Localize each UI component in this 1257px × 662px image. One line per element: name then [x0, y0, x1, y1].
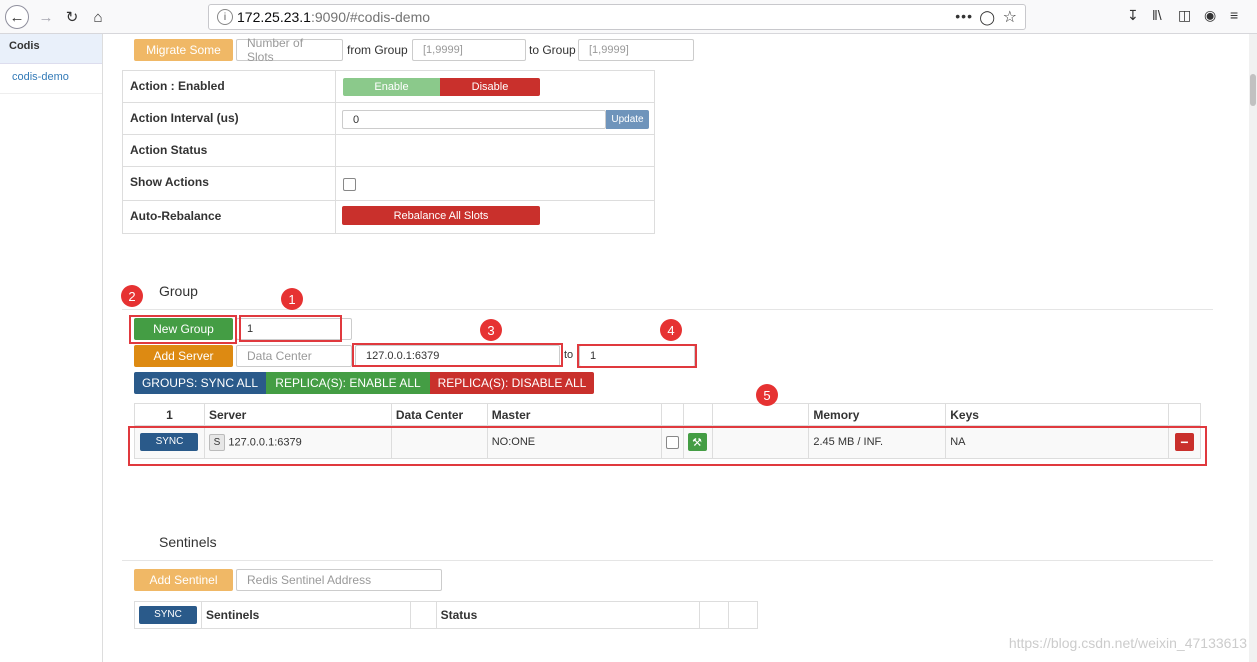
action-interval-input[interactable]: 0 — [342, 110, 606, 129]
action-interval-row: Action Interval (us) 0 Update — [123, 103, 654, 135]
sidebar: Codis codis-demo — [0, 34, 103, 662]
show-actions-checkbox[interactable] — [343, 178, 356, 191]
sentinels-blank-header-2 — [699, 601, 729, 629]
annotation-box-group-id — [239, 315, 342, 342]
annotation-box-server-address — [352, 343, 563, 367]
annotation-marker-3: 3 — [480, 319, 502, 341]
bookmark-star-icon[interactable]: ☆ — [1003, 7, 1017, 27]
sidebar-header: Codis — [0, 34, 102, 64]
show-actions-row: Show Actions — [123, 167, 654, 201]
master-header: Master — [486, 403, 662, 426]
action-status-row: Action Status — [123, 135, 654, 167]
account-icon[interactable]: ◉ — [1204, 7, 1216, 24]
page-scrollbar[interactable] — [1249, 34, 1257, 662]
from-group-input[interactable]: [1,9999] — [412, 39, 526, 61]
url-path: :9090/#codis-demo — [310, 9, 431, 25]
number-of-slots-input[interactable]: Number of Slots — [236, 36, 343, 64]
url-bar[interactable]: i 172.25.23.1:9090/#codis-demo ••• ◯ ☆ — [208, 4, 1026, 30]
sentinels-section-title: Sentinels — [159, 534, 217, 550]
replica-enable-all-button[interactable]: REPLICA(S): ENABLE ALL — [266, 372, 430, 394]
to-group-input[interactable]: [1,9999] — [578, 39, 694, 61]
sentinels-divider — [122, 560, 1213, 561]
blank-header-1 — [660, 403, 684, 426]
library-icon[interactable]: ‖\ — [1152, 7, 1162, 23]
sentinels-blank-header — [409, 601, 437, 629]
scrollbar-thumb[interactable] — [1250, 74, 1256, 106]
blank-header-3 — [711, 403, 810, 426]
groups-sync-all-button[interactable]: GROUPS: SYNC ALL — [134, 372, 266, 394]
server-header: Server — [203, 403, 392, 426]
sentinels-sync-cell: SYNC — [134, 601, 202, 629]
group-divider — [122, 309, 1213, 310]
disable-button[interactable]: Disable — [440, 78, 540, 96]
annotation-marker-4: 4 — [660, 319, 682, 341]
annotation-marker-5: 5 — [756, 384, 778, 406]
sentinels-blank-header-3 — [728, 601, 758, 629]
to-label: to — [564, 349, 574, 361]
sentinels-header: Sentinels — [201, 601, 411, 629]
action-interval-label: Action Interval (us) — [123, 103, 336, 134]
enable-button[interactable]: Enable — [343, 78, 440, 96]
annotation-box-target-group — [577, 344, 697, 368]
annotation-marker-1: 1 — [281, 288, 303, 310]
show-actions-label: Show Actions — [123, 167, 336, 200]
watermark: https://blog.csdn.net/weixin_47133613 — [1008, 635, 1247, 651]
data-center-input[interactable]: Data Center — [236, 345, 352, 367]
replica-disable-all-button[interactable]: REPLICA(S): DISABLE ALL — [430, 372, 594, 394]
sentinels-sync-button[interactable]: SYNC — [139, 606, 197, 624]
sidebar-item-codis-demo[interactable]: codis-demo — [0, 64, 102, 94]
url-host: 172.25.23.1 — [237, 9, 311, 25]
pocket-icon[interactable]: ◯ — [979, 9, 995, 26]
page-actions-icon[interactable]: ••• — [955, 8, 973, 24]
sentinels-table: SYNC Sentinels Status — [134, 601, 758, 629]
browser-toolbar: ← → ↻ ⌂ i 172.25.23.1:9090/#codis-demo •… — [0, 0, 1257, 34]
sentinels-table-header: SYNC Sentinels Status — [134, 601, 758, 629]
download-icon[interactable]: ↧ — [1127, 7, 1139, 24]
action-enabled-row: Action : Enabled Enable Disable — [123, 71, 654, 103]
menu-icon[interactable]: ≡ — [1230, 7, 1238, 23]
sentinel-address-input[interactable]: Redis Sentinel Address — [236, 569, 442, 591]
group-id-header: 1 — [134, 403, 205, 426]
to-group-label: to Group — [529, 43, 576, 57]
action-status-label: Action Status — [123, 135, 336, 166]
from-group-label: from Group — [347, 43, 408, 57]
keys-header: Keys — [945, 403, 1169, 426]
annotation-box-server-row — [128, 426, 1207, 466]
reload-icon[interactable]: ↻ — [60, 5, 84, 29]
info-icon[interactable]: i — [217, 9, 233, 25]
blank-header-4 — [1167, 403, 1202, 426]
annotation-marker-2: 2 — [121, 285, 143, 307]
back-arrow-icon[interactable]: ← — [5, 5, 29, 29]
status-header: Status — [435, 601, 701, 629]
auto-rebalance-label: Auto-Rebalance — [123, 201, 336, 233]
add-server-button[interactable]: Add Server — [134, 345, 233, 367]
migrate-some-button[interactable]: Migrate Some — [134, 39, 233, 61]
actions-table: Action : Enabled Enable Disable Action I… — [122, 70, 655, 234]
sidebar-toggle-icon[interactable]: ◫ — [1178, 7, 1191, 24]
memory-header: Memory — [808, 403, 947, 426]
annotation-box-new-group — [129, 315, 237, 344]
blank-header-2 — [682, 403, 713, 426]
url-text[interactable]: 172.25.23.1:9090/#codis-demo — [237, 9, 430, 25]
auto-rebalance-row: Auto-Rebalance Rebalance All Slots — [123, 201, 654, 233]
data-center-header: Data Center — [390, 403, 488, 426]
forward-arrow-icon[interactable]: → — [34, 5, 58, 29]
action-enabled-label: Action : Enabled — [123, 71, 336, 102]
add-sentinel-button[interactable]: Add Sentinel — [134, 569, 233, 591]
group-section-title: Group — [159, 283, 198, 299]
group-table-header: 1 Server Data Center Master Memory Keys — [134, 403, 1202, 426]
rebalance-all-slots-button[interactable]: Rebalance All Slots — [342, 206, 540, 225]
home-icon[interactable]: ⌂ — [86, 5, 110, 29]
update-button[interactable]: Update — [606, 110, 649, 129]
